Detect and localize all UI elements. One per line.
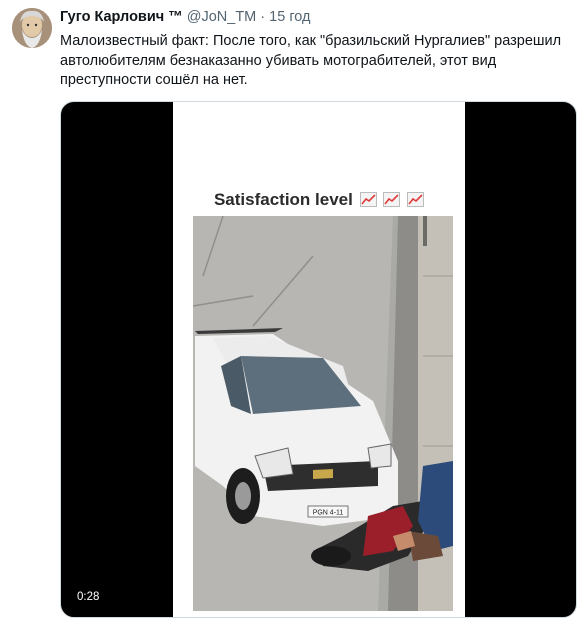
chart-increasing-icon [359,192,377,207]
separator-dot: · [260,9,266,25]
author-name[interactable]: Гуго Карлович ™ [60,9,183,25]
video-caption-text: Satisfaction level [213,190,353,209]
author-handle[interactable]: @JoN_TM [187,9,257,25]
author-avatar[interactable] [12,8,52,48]
tweet-header: Гуго Карлович ™ @JoN_TM · 15 год [60,9,311,25]
video-frame: Satisfaction level PGN 4-11 [173,102,465,617]
chart-increasing-icon [383,192,401,207]
license-plate-text: PGN 4-11 [313,510,344,517]
video-scene: PGN 4-11 [193,216,453,611]
tweet-timestamp[interactable]: 15 год [269,9,310,25]
tweet-text: Малоизвестный факт: После того, как "бра… [60,33,562,88]
video-player[interactable]: Satisfaction level PGN 4-11 0:28 [60,101,577,618]
video-caption: Satisfaction level [173,190,465,210]
video-time-label: 0:28 [77,591,100,603]
chart-increasing-icon [407,192,425,207]
